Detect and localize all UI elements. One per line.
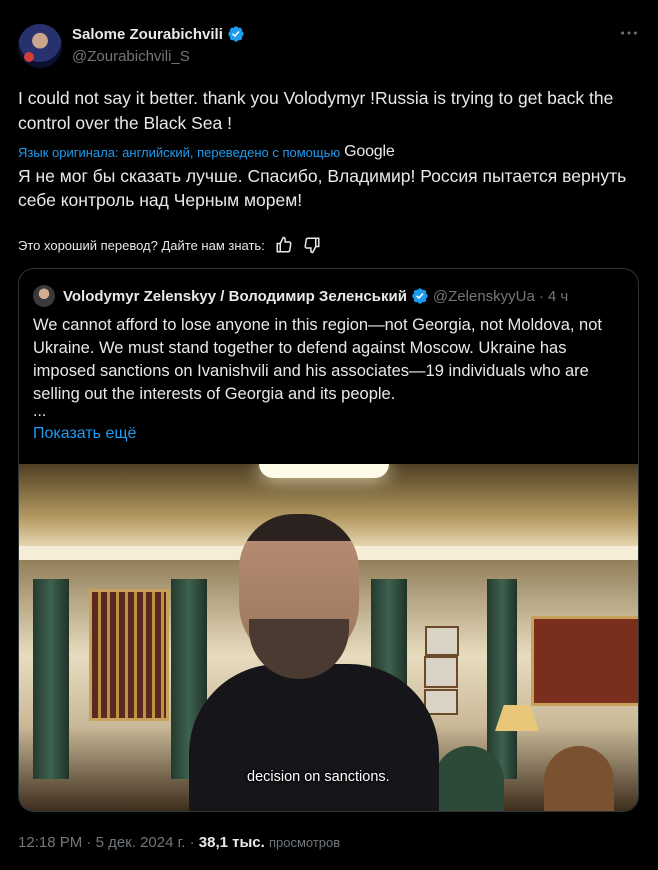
video-chair xyxy=(434,746,504,811)
quote-text: We cannot afford to lose anyone in this … xyxy=(33,316,602,403)
video-caption: decision on sanctions. xyxy=(247,769,390,785)
video-lamp xyxy=(259,464,389,478)
quote-header: Volodymyr Zelenskyy / Володимир Зеленськ… xyxy=(63,287,568,305)
quoted-tweet[interactable]: Volodymyr Zelenskyy / Володимир Зеленськ… xyxy=(18,268,639,812)
quote-avatar[interactable] xyxy=(33,285,55,307)
video-chair xyxy=(544,746,614,811)
show-more-link[interactable]: Показать ещё xyxy=(33,425,136,443)
quote-handle[interactable]: @ZelenskyyUa xyxy=(433,288,535,305)
post-time[interactable]: 12:18 PM xyxy=(18,834,82,851)
quote-author-name[interactable]: Volodymyr Zelenskyy / Володимир Зеленськ… xyxy=(63,288,407,305)
post-date[interactable]: 5 дек. 2024 г. xyxy=(96,834,186,851)
video-column xyxy=(33,579,69,779)
google-logo: Google xyxy=(344,143,395,160)
quote-separator: · xyxy=(538,287,544,305)
translation-note-text[interactable]: Язык оригинала: английский, переведено с… xyxy=(18,145,340,160)
verified-badge-icon xyxy=(412,288,428,304)
video-speaker xyxy=(189,514,439,811)
video-player[interactable]: decision on sanctions. xyxy=(19,464,638,811)
tweet-text: I could not say it better. thank you Vol… xyxy=(18,88,614,133)
translation-note[interactable]: Язык оригинала: английский, переведено с… xyxy=(18,143,395,161)
avatar-decoration xyxy=(24,52,34,62)
quote-time[interactable]: 4 ч xyxy=(548,288,568,305)
speaker-torso xyxy=(189,664,439,811)
author-name[interactable]: Salome Zourabichvili xyxy=(72,26,223,43)
verified-badge-icon xyxy=(228,26,244,42)
footer-separator: · xyxy=(189,834,195,851)
quote-ellipsis: ... xyxy=(33,403,47,420)
thumbs-up-icon[interactable] xyxy=(275,236,293,254)
more-dots-icon xyxy=(621,31,637,35)
footer-separator: · xyxy=(86,834,92,851)
video-column xyxy=(487,579,517,779)
views-label: просмотров xyxy=(268,835,341,850)
author-handle[interactable]: @Zourabichvili_S xyxy=(72,48,190,65)
views-count[interactable]: 38,1 тыс. xyxy=(199,834,265,851)
translation-feedback: Это хороший перевод? Дайте нам знать: xyxy=(18,236,321,254)
author-name-row[interactable]: Salome Zourabichvili xyxy=(72,25,245,43)
feedback-prompt: Это хороший перевод? Дайте нам знать: xyxy=(18,237,265,253)
tweet-footer: 12:18 PM · 5 дек. 2024 г. · 38,1 тыс. пр… xyxy=(18,834,340,851)
more-icon[interactable] xyxy=(618,22,640,44)
thumbs-down-icon[interactable] xyxy=(303,236,321,254)
video-painting xyxy=(531,616,638,706)
video-medal-frame xyxy=(89,589,169,721)
author-avatar[interactable] xyxy=(18,24,62,68)
translated-text: Я не мог бы сказать лучше. Спасибо, Влад… xyxy=(18,166,627,210)
